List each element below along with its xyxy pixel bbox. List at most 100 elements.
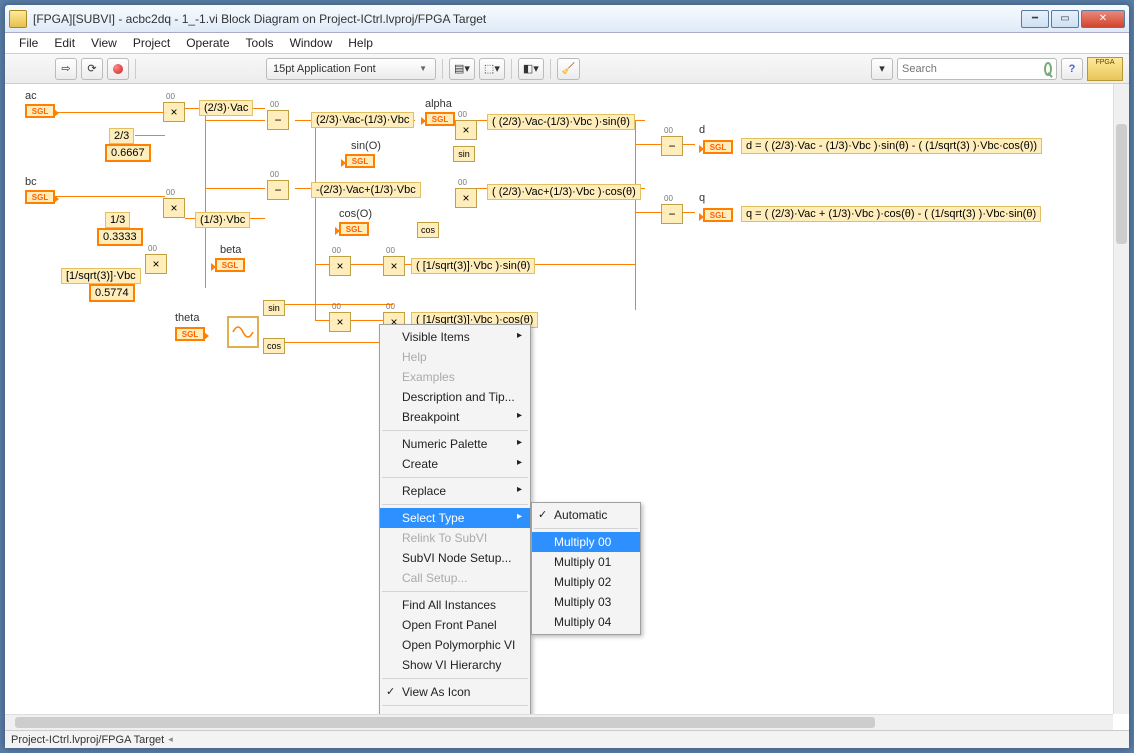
ctx-description-tip[interactable]: Description and Tip...: [380, 387, 530, 407]
ctx-view-as-icon[interactable]: View As Icon: [380, 682, 530, 702]
subtract-node[interactable]: −: [661, 204, 683, 224]
ctx-replace[interactable]: Replace: [380, 481, 530, 501]
multiply-node[interactable]: ×: [163, 198, 185, 218]
indicator-d[interactable]: SGL: [703, 140, 733, 154]
context-help-button[interactable]: ?: [1061, 58, 1083, 80]
context-submenu-select-type[interactable]: Automatic Multiply 00 Multiply 01 Multip…: [531, 502, 641, 635]
distribute-button[interactable]: ⬚▾: [479, 58, 505, 80]
context-menu[interactable]: Visible Items Help Examples Description …: [379, 324, 531, 730]
terminal-ac[interactable]: SGL: [25, 104, 55, 118]
menu-edit[interactable]: Edit: [46, 34, 83, 52]
subctx-multiply-03[interactable]: Multiply 03: [532, 592, 640, 612]
ctx-examples: Examples: [380, 367, 530, 387]
status-path: Project-ICtrl.lvproj/FPGA Target: [11, 734, 164, 746]
subctx-automatic[interactable]: Automatic: [532, 505, 640, 525]
ctx-find-all-instances[interactable]: Find All Instances: [380, 595, 530, 615]
wire: [283, 342, 393, 343]
multiply-node[interactable]: ×: [145, 254, 167, 274]
terminal-bc[interactable]: SGL: [25, 190, 55, 204]
font-label: 15pt Application Font: [273, 63, 376, 75]
menu-operate[interactable]: Operate: [178, 34, 237, 52]
subctx-multiply-01[interactable]: Multiply 01: [532, 552, 640, 572]
subctx-multiply-02[interactable]: Multiply 02: [532, 572, 640, 592]
ctx-breakpoint[interactable]: Breakpoint: [380, 407, 530, 427]
multiply-node[interactable]: ×: [455, 188, 477, 208]
block-diagram-canvas[interactable]: ac SGL bc SGL 2/3 0.6667 1/3 0.3333 [1/s…: [5, 84, 1129, 730]
minimize-button[interactable]: ━: [1021, 10, 1049, 28]
subctx-multiply-00[interactable]: Multiply 00: [532, 532, 640, 552]
ctx-subvi-node-setup[interactable]: SubVI Node Setup...: [380, 548, 530, 568]
ctx-open-front-panel[interactable]: Open Front Panel: [380, 615, 530, 635]
wire: [135, 135, 165, 136]
search-field[interactable]: [902, 63, 1044, 75]
sin-output: sin: [263, 300, 285, 316]
app-icon: [9, 10, 27, 28]
multiply-node[interactable]: ×: [383, 256, 405, 276]
label-ac: ac: [25, 90, 37, 102]
horizontal-scrollbar[interactable]: [5, 714, 1113, 730]
multiply-node[interactable]: ×: [329, 312, 351, 332]
maximize-button[interactable]: ▭: [1051, 10, 1079, 28]
menu-project[interactable]: Project: [125, 34, 178, 52]
expr3: ( [1/sqrt(3)]·Vbc )·sin(θ): [411, 258, 535, 274]
expr2: ( (2/3)·Vac+(1/3)·Vbc )·cos(θ): [487, 184, 641, 200]
label-cosO: cos(O): [339, 208, 372, 220]
ctx-select-type[interactable]: Select Type: [380, 508, 530, 528]
vertical-scrollbar[interactable]: [1113, 84, 1129, 714]
const-invsqrt3-val[interactable]: 0.5774: [89, 284, 135, 302]
multiply-node[interactable]: ×: [455, 120, 477, 140]
indicator-beta[interactable]: SGL: [215, 258, 245, 272]
multiply-node[interactable]: ×: [163, 102, 185, 122]
ctx-show-vi-hierarchy[interactable]: Show VI Hierarchy: [380, 655, 530, 675]
eq-q: q = ( (2/3)·Vac + (1/3)·Vbc )·cos(θ) - (…: [741, 206, 1041, 222]
ctx-separator: [534, 528, 638, 529]
menu-tools[interactable]: Tools: [238, 34, 282, 52]
run-continuous-button[interactable]: ⟳: [81, 58, 103, 80]
eq-d: d = ( (2/3)·Vac - (1/3)·Vbc )·sin(θ) - (…: [741, 138, 1042, 154]
menu-file[interactable]: File: [11, 34, 46, 52]
run-button[interactable]: ⇨: [55, 58, 77, 80]
search-history-button[interactable]: ▾: [871, 58, 893, 80]
align-button[interactable]: ▤▾: [449, 58, 475, 80]
sincos-subvi[interactable]: [227, 316, 259, 348]
ctx-create[interactable]: Create: [380, 454, 530, 474]
search-input[interactable]: [897, 58, 1057, 80]
cleanup-button[interactable]: 🧹: [557, 58, 581, 80]
close-button[interactable]: ✕: [1081, 10, 1125, 28]
indicator-q[interactable]: SGL: [703, 208, 733, 222]
subtract-node[interactable]: −: [661, 136, 683, 156]
menubar: File Edit View Project Operate Tools Win…: [5, 33, 1129, 54]
terminal-theta[interactable]: SGL: [175, 327, 205, 341]
scroll-thumb[interactable]: [15, 717, 875, 728]
subtract-node[interactable]: −: [267, 180, 289, 200]
wire: [205, 120, 265, 121]
multiply-node[interactable]: ×: [329, 256, 351, 276]
status-menu-icon[interactable]: ◂: [168, 734, 173, 745]
label-alpha: alpha: [425, 98, 452, 110]
ctx-open-polymorphic-vi[interactable]: Open Polymorphic VI: [380, 635, 530, 655]
menu-help[interactable]: Help: [340, 34, 381, 52]
ctx-relink-subvi: Relink To SubVI: [380, 528, 530, 548]
scroll-thumb[interactable]: [1116, 124, 1127, 244]
indicator-cosO[interactable]: SGL: [339, 222, 369, 236]
ctx-separator: [382, 430, 528, 431]
const-two-thirds-label: 2/3: [109, 128, 134, 144]
menu-view[interactable]: View: [83, 34, 125, 52]
abort-button[interactable]: [107, 58, 129, 80]
subctx-multiply-04[interactable]: Multiply 04: [532, 612, 640, 632]
const-one-third-val[interactable]: 0.3333: [97, 228, 143, 246]
menu-window[interactable]: Window: [282, 34, 341, 52]
font-selector[interactable]: 15pt Application Font ▼: [266, 58, 436, 80]
ctx-numeric-palette[interactable]: Numeric Palette: [380, 434, 530, 454]
wire: [205, 188, 265, 189]
indicator-sinO[interactable]: SGL: [345, 154, 375, 168]
reorder-button[interactable]: ◧▾: [518, 58, 544, 80]
indicator-alpha[interactable]: SGL: [425, 112, 455, 126]
const-two-thirds-val[interactable]: 0.6667: [105, 144, 151, 162]
vi-icon[interactable]: FPGA: [1087, 57, 1123, 81]
ctx-visible-items[interactable]: Visible Items: [380, 327, 530, 347]
subtract-node[interactable]: −: [267, 110, 289, 130]
wire: [55, 196, 165, 197]
const-one-third-label: 1/3: [105, 212, 130, 228]
titlebar[interactable]: [FPGA][SUBVI] - acbc2dq - 1_-1.vi Block …: [5, 5, 1129, 33]
